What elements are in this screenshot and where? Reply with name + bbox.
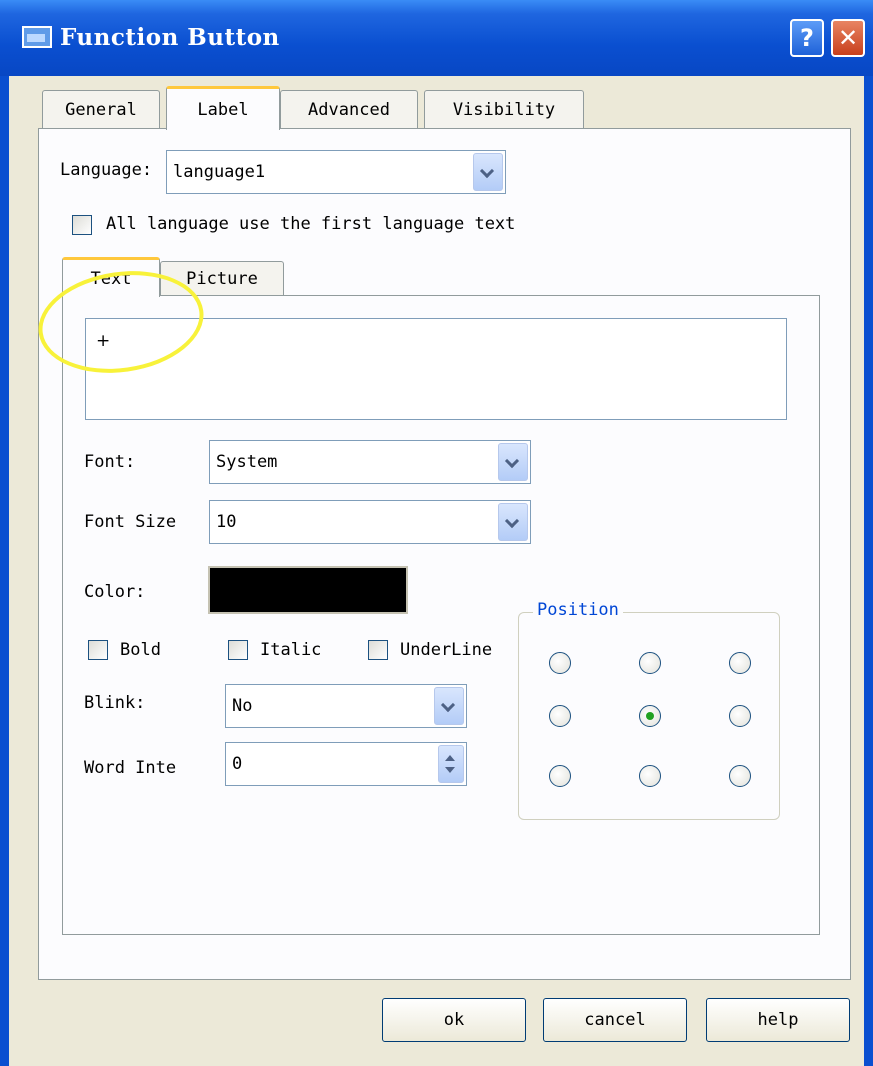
position-middle-right-radio[interactable] bbox=[729, 705, 751, 727]
tab-advanced[interactable]: Advanced bbox=[280, 90, 418, 128]
position-top-right-radio[interactable] bbox=[729, 652, 751, 674]
spin-down-arrow-icon[interactable] bbox=[445, 767, 455, 773]
word-interval-label: Word Inte bbox=[84, 758, 177, 778]
blink-label: Blink: bbox=[84, 693, 146, 713]
font-size-value: 10 bbox=[216, 512, 237, 532]
tab-label: Label bbox=[197, 99, 249, 120]
ok-label: ok bbox=[443, 1010, 465, 1030]
inner-tab-label: Picture bbox=[186, 268, 258, 289]
chevron-down-icon[interactable] bbox=[434, 687, 464, 725]
italic-checkbox[interactable] bbox=[228, 640, 248, 660]
bold-label: Bold bbox=[120, 640, 161, 660]
underline-label: UnderLine bbox=[400, 640, 493, 660]
italic-label: Italic bbox=[260, 640, 322, 660]
color-label: Color: bbox=[84, 582, 146, 602]
window-frame-left bbox=[0, 76, 9, 1066]
tab-label: Advanced bbox=[308, 99, 390, 120]
help-button[interactable]: help bbox=[706, 998, 850, 1042]
title-help-button[interactable]: ? bbox=[790, 19, 824, 57]
help-label: help bbox=[757, 1010, 799, 1030]
position-middle-center-radio[interactable] bbox=[639, 705, 661, 727]
app-window-icon bbox=[22, 26, 52, 48]
font-size-label: Font Size bbox=[84, 512, 177, 532]
bold-checkbox[interactable] bbox=[88, 640, 108, 660]
title-close-button[interactable]: ✕ bbox=[831, 19, 865, 57]
language-select[interactable]: language1 bbox=[166, 150, 506, 194]
cancel-button[interactable]: cancel bbox=[543, 998, 687, 1042]
underline-checkbox[interactable] bbox=[368, 640, 388, 660]
position-top-center-radio[interactable] bbox=[639, 652, 661, 674]
position-middle-left-radio[interactable] bbox=[549, 705, 571, 727]
font-size-select[interactable]: 10 bbox=[209, 500, 531, 544]
font-label: Font: bbox=[84, 452, 136, 472]
tab-general[interactable]: General bbox=[42, 90, 160, 128]
tab-label: Visibility bbox=[452, 99, 556, 120]
position-legend: Position bbox=[533, 600, 623, 620]
cancel-label: cancel bbox=[584, 1010, 646, 1030]
blink-select[interactable]: No bbox=[225, 684, 467, 728]
font-select[interactable]: System bbox=[209, 440, 531, 484]
position-bottom-center-radio[interactable] bbox=[639, 765, 661, 787]
tab-label: General bbox=[65, 99, 137, 120]
position-bottom-left-radio[interactable] bbox=[549, 765, 571, 787]
chevron-down-icon[interactable] bbox=[498, 503, 528, 541]
window-title: Function Button bbox=[60, 24, 280, 51]
word-interval-value: 0 bbox=[232, 754, 243, 774]
language-label: Language: bbox=[60, 160, 153, 180]
blink-value: No bbox=[232, 696, 253, 716]
all-language-checkbox[interactable] bbox=[72, 215, 92, 235]
position-top-left-radio[interactable] bbox=[549, 652, 571, 674]
font-value: System bbox=[216, 452, 278, 472]
tab-visibility[interactable]: Visibility bbox=[424, 90, 584, 128]
color-picker-swatch[interactable] bbox=[208, 566, 408, 614]
spin-up-arrow-icon[interactable] bbox=[445, 755, 455, 761]
chevron-down-icon[interactable] bbox=[473, 153, 503, 191]
ok-button[interactable]: ok bbox=[382, 998, 526, 1042]
window-frame-right bbox=[864, 76, 873, 1066]
position-bottom-right-radio[interactable] bbox=[729, 765, 751, 787]
chevron-down-icon[interactable] bbox=[498, 443, 528, 481]
tab-label[interactable]: Label bbox=[166, 86, 280, 130]
all-language-label: All language use the first language text bbox=[106, 214, 516, 234]
spinner-arrows-icon[interactable] bbox=[438, 745, 464, 783]
language-value: language1 bbox=[173, 162, 266, 182]
word-interval-spinbox[interactable]: 0 bbox=[225, 742, 467, 786]
